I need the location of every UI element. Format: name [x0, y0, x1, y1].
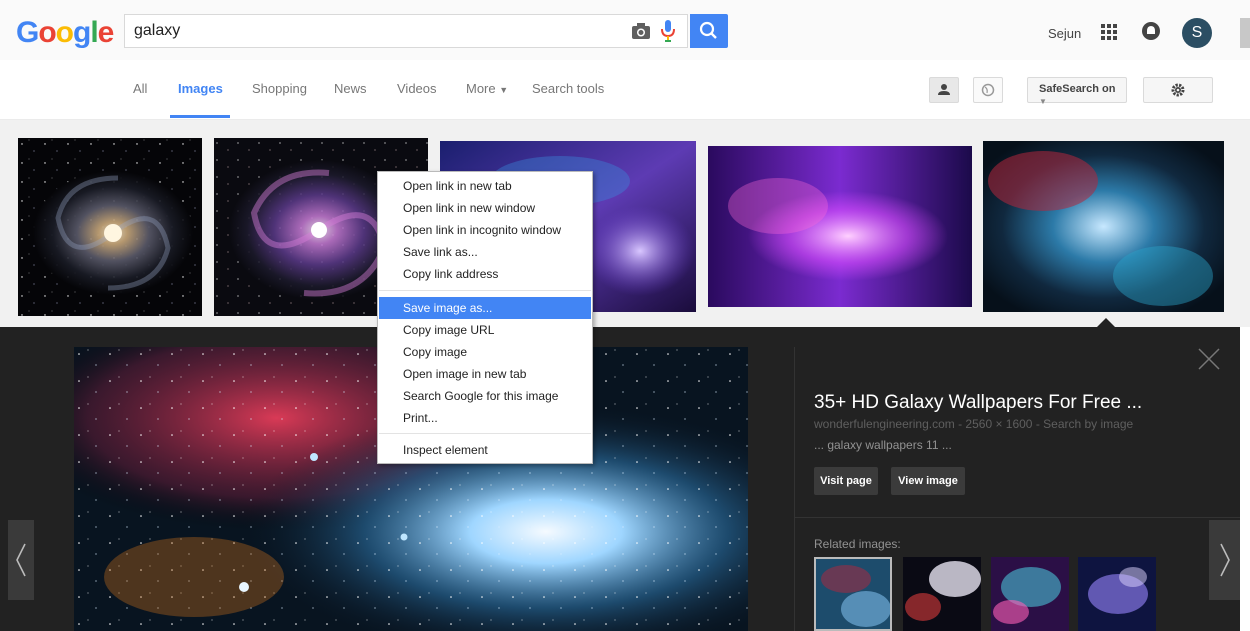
- image-result-thumbnail[interactable]: [708, 146, 972, 307]
- logo-letter: o: [38, 16, 56, 49]
- safesearch-label: SafeSearch on: [1039, 83, 1116, 95]
- tab-all[interactable]: All: [133, 81, 147, 96]
- tab-shopping[interactable]: Shopping: [252, 81, 307, 96]
- preview-source-meta: wonderfulengineering.com - 2560 × 1600 -…: [814, 417, 1134, 431]
- menu-item-open-link-new-tab[interactable]: Open link in new tab: [379, 175, 591, 197]
- apps-grid-icon[interactable]: [1101, 24, 1117, 45]
- view-image-button[interactable]: View image: [891, 467, 965, 495]
- related-image-thumbnail[interactable]: [991, 557, 1069, 631]
- chevron-down-icon: ▼: [1039, 97, 1047, 106]
- logo-letter: l: [90, 16, 98, 49]
- globe-icon: [981, 83, 995, 97]
- settings-button[interactable]: [1143, 77, 1213, 103]
- image-result-thumbnail[interactable]: [18, 138, 202, 316]
- microphone-icon[interactable]: [661, 20, 675, 47]
- menu-separator: [379, 433, 591, 434]
- gear-icon: [1171, 83, 1185, 97]
- menu-item-inspect-element[interactable]: Inspect element: [379, 439, 591, 461]
- menu-item-open-link-new-window[interactable]: Open link in new window: [379, 197, 591, 219]
- active-tab-indicator: [170, 115, 230, 118]
- menu-item-print[interactable]: Print...: [379, 407, 591, 429]
- search-input[interactable]: [125, 15, 605, 47]
- menu-item-copy-image[interactable]: Copy image: [379, 341, 591, 363]
- menu-item-copy-image-url[interactable]: Copy image URL: [379, 319, 591, 341]
- context-menu: Open link in new tab Open link in new wi…: [377, 171, 593, 464]
- close-icon[interactable]: [1196, 346, 1222, 377]
- logo-letter: o: [55, 16, 74, 49]
- preview-title-link[interactable]: 35+ HD Galaxy Wallpapers For Free ...: [814, 392, 1142, 414]
- notifications-icon[interactable]: [1142, 22, 1160, 40]
- tab-more[interactable]: More ▼: [466, 81, 508, 96]
- menu-separator: [379, 290, 591, 291]
- camera-icon[interactable]: [632, 23, 650, 44]
- search-button[interactable]: [690, 14, 728, 48]
- menu-item-search-google-image[interactable]: Search Google for this image: [379, 385, 591, 407]
- image-result-thumbnail-selected[interactable]: [983, 141, 1224, 312]
- related-images-label: Related images:: [814, 537, 901, 551]
- user-name-link[interactable]: Sejun: [1048, 26, 1081, 41]
- tab-news[interactable]: News: [334, 81, 367, 96]
- search-icon: [699, 21, 717, 39]
- google-logo[interactable]: Google: [16, 14, 115, 52]
- search-tools-button[interactable]: Search tools: [532, 81, 604, 96]
- logo-letter: g: [73, 16, 91, 49]
- avatar[interactable]: S: [1182, 18, 1212, 48]
- search-box: [124, 14, 688, 48]
- previous-image-button[interactable]: [8, 520, 34, 600]
- visit-page-button[interactable]: Visit page: [814, 467, 878, 495]
- related-divider: [794, 517, 1240, 518]
- logo-letter: e: [97, 16, 115, 49]
- personal-results-button[interactable]: [929, 77, 959, 103]
- preview-snippet: ... galaxy wallpapers 11 ...: [814, 438, 952, 452]
- menu-item-save-link-as[interactable]: Save link as...: [379, 241, 591, 263]
- menu-item-open-image-new-tab[interactable]: Open image in new tab: [379, 363, 591, 385]
- next-image-button[interactable]: [1209, 520, 1240, 600]
- selected-pointer: [1097, 318, 1115, 327]
- menu-item-save-image-as[interactable]: Save image as...: [379, 297, 591, 319]
- related-image-thumbnail[interactable]: [814, 557, 892, 631]
- related-image-thumbnail[interactable]: [1078, 557, 1156, 631]
- chevron-left-icon: [16, 543, 26, 577]
- chevron-right-icon: [1220, 543, 1230, 577]
- tab-videos[interactable]: Videos: [397, 81, 437, 96]
- safesearch-dropdown[interactable]: SafeSearch on ▼: [1027, 77, 1127, 106]
- preview-divider: [794, 347, 795, 631]
- person-icon: [938, 84, 950, 95]
- menu-item-open-link-incognito[interactable]: Open link in incognito window: [379, 219, 591, 241]
- related-image-thumbnail[interactable]: [903, 557, 981, 631]
- tab-images[interactable]: Images: [178, 81, 223, 96]
- global-results-button[interactable]: [973, 77, 1003, 103]
- tab-more-label: More: [466, 81, 496, 96]
- menu-item-copy-link-address[interactable]: Copy link address: [379, 263, 591, 285]
- page-scrollbar-thumb[interactable]: [1240, 18, 1250, 48]
- logo-letter: G: [16, 16, 39, 49]
- chevron-down-icon: ▼: [499, 85, 509, 95]
